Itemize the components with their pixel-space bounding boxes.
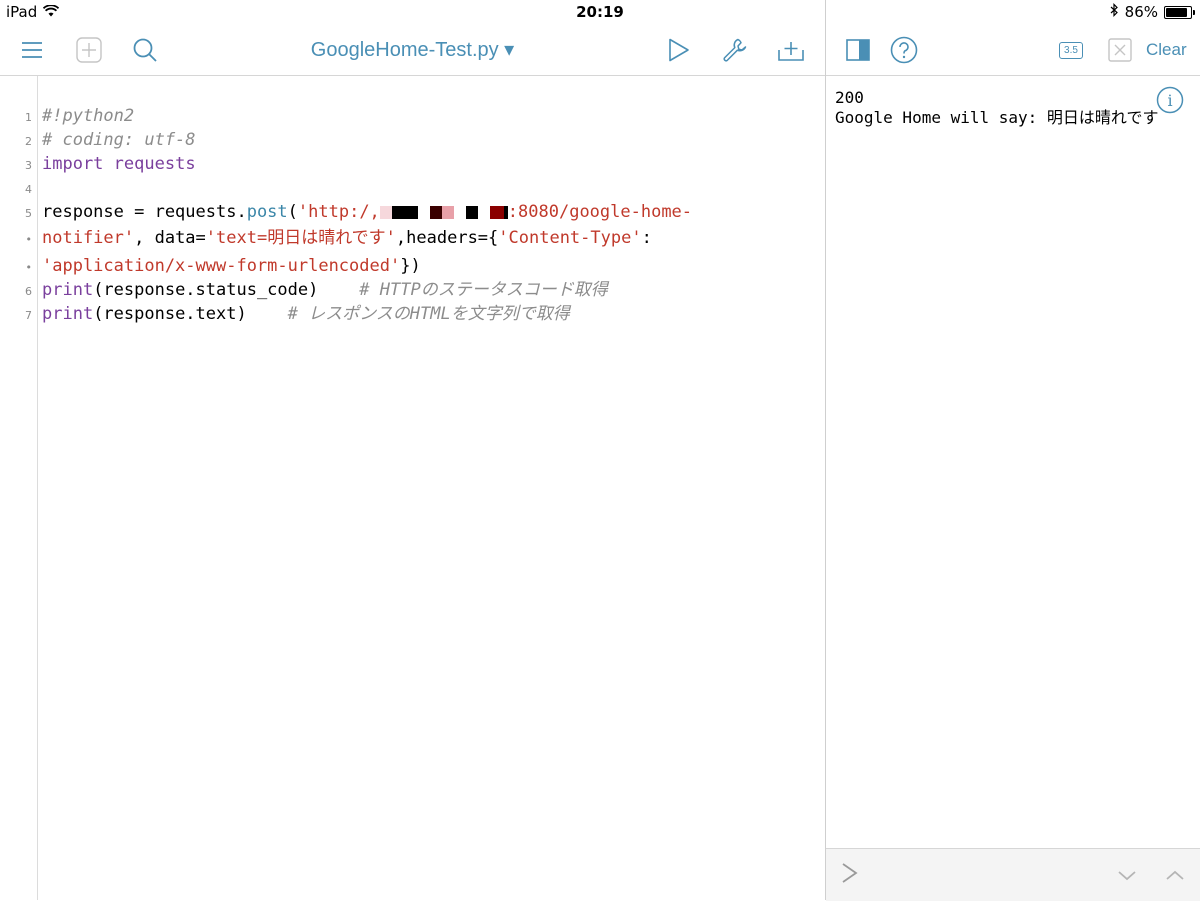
wrench-icon xyxy=(722,37,748,63)
python-version-badge: 3.5 xyxy=(1059,41,1083,59)
line-number: 7 xyxy=(25,309,32,322)
bluetooth-icon xyxy=(1110,3,1119,21)
code-line[interactable]: 6 print(response.status_code) # HTTPのステータ… xyxy=(0,278,825,302)
redacted-ip xyxy=(379,202,508,222)
code-editor[interactable]: 1 #!python2 2 # coding: utf-8 3 import reques… xyxy=(0,76,825,900)
code-token: ( xyxy=(287,202,298,222)
line-text: # coding: utf-8 xyxy=(42,128,196,152)
line-number: 3 xyxy=(25,159,32,172)
code-token: (response.text) xyxy=(93,304,288,324)
code-line[interactable]: 1 #!python2 xyxy=(0,104,825,128)
close-icon xyxy=(1108,38,1132,62)
status-bar: iPad 20:19 86% xyxy=(0,0,1200,24)
code-token: # coding: utf-8 xyxy=(42,130,196,150)
code-token: : xyxy=(641,228,652,248)
clear-button[interactable]: Clear xyxy=(1146,40,1187,60)
editor-toolbar: GoogleHome-Test.py ▾ xyxy=(0,24,825,76)
battery-icon xyxy=(1164,5,1195,19)
battery-percent: 86% xyxy=(1124,3,1158,21)
code-line[interactable]: • 'application/x-www-form-urlencoded'}) xyxy=(0,254,825,278)
help-icon xyxy=(890,36,918,64)
python-version-button[interactable]: 3.5 xyxy=(1055,32,1087,68)
code-token: #!python2 xyxy=(42,106,135,126)
device-name: iPad xyxy=(6,3,38,21)
console-input-bar[interactable] xyxy=(826,848,1200,901)
menu-icon xyxy=(21,41,43,59)
code-line[interactable]: • notifier', data='text=明日は晴れです',headers=… xyxy=(0,226,825,250)
code-token: # HTTPのステータスコード取得 xyxy=(359,280,608,300)
code-token: requests xyxy=(113,154,196,174)
play-icon xyxy=(668,38,690,62)
panel-toggle-button[interactable] xyxy=(840,32,876,68)
line-number: 4 xyxy=(25,183,32,196)
chevron-up-icon xyxy=(1164,870,1186,891)
editor-pane: GoogleHome-Test.py ▾ 1 #!python2 2 # coding… xyxy=(0,24,825,900)
code-line[interactable]: 4 xyxy=(0,176,825,200)
line-text: import requests xyxy=(42,152,196,176)
search-icon xyxy=(132,37,158,63)
code-token: post xyxy=(246,202,288,222)
status-right: 86% xyxy=(1110,3,1195,21)
code-token: 'Content-Type' xyxy=(498,228,642,248)
code-token: 'application/x-www-form-urlencoded' xyxy=(42,256,401,276)
search-button[interactable] xyxy=(127,32,163,68)
line-number: 5 xyxy=(25,207,32,220)
line-number: 6 xyxy=(25,285,32,298)
code-line[interactable]: 3 import requests xyxy=(0,152,825,176)
line-text: 'application/x-www-form-urlencoded'}) xyxy=(42,254,421,278)
share-icon xyxy=(777,38,805,62)
status-left: iPad xyxy=(6,3,60,21)
code-token: }) xyxy=(400,256,421,276)
code-token: :8080/google-home- xyxy=(507,202,693,222)
svg-text:i: i xyxy=(1167,91,1172,110)
battery-fill xyxy=(1166,7,1187,17)
code-token: , data= xyxy=(134,228,206,248)
line-text: print(response.text) # レスポンスのHTMLを文字列で取得 xyxy=(42,302,570,326)
info-button[interactable]: i xyxy=(1156,86,1184,114)
history-down-button[interactable] xyxy=(1116,863,1140,887)
code-token: response = requests. xyxy=(42,202,247,222)
code-line[interactable]: 7 print(response.text) # レスポンスのHTMLを文字列で取… xyxy=(0,302,825,326)
code-token: ,headers={ xyxy=(395,228,499,248)
code-token: print xyxy=(42,280,94,300)
line-number: • xyxy=(25,261,33,274)
line-number: 1 xyxy=(25,111,32,124)
chevron-right-icon xyxy=(840,861,860,889)
code-token: 'http:/, xyxy=(297,202,380,222)
code-line[interactable]: 2 # coding: utf-8 xyxy=(0,128,825,152)
code-token: import xyxy=(42,154,104,174)
code-token: notifier' xyxy=(42,228,135,248)
close-console-button[interactable] xyxy=(1102,32,1138,68)
console-toolbar: 3.5 Clear xyxy=(826,24,1200,76)
console-output: 200 Google Home will say: 明日は晴れです xyxy=(835,88,1159,127)
history-up-button[interactable] xyxy=(1164,863,1188,887)
chevron-down-icon xyxy=(1116,871,1138,891)
add-file-icon xyxy=(76,37,102,63)
code-token: 'text=明日は晴れです' xyxy=(205,228,396,248)
new-file-button[interactable] xyxy=(71,32,107,68)
help-button[interactable] xyxy=(886,32,922,68)
status-time: 20:19 xyxy=(576,3,624,21)
line-number: 2 xyxy=(25,135,32,148)
line-text: response = requests.post('http:/, :8080/g… xyxy=(42,200,692,224)
share-button[interactable] xyxy=(773,32,809,68)
code-token: (response.status_code) xyxy=(93,280,360,300)
panel-toggle-icon xyxy=(846,39,870,61)
menu-button[interactable] xyxy=(14,32,50,68)
code-line[interactable]: 5 response = requests.post('http:/, :8080/… xyxy=(0,200,825,224)
run-button[interactable] xyxy=(661,32,697,68)
line-text: print(response.status_code) # HTTPのステータス… xyxy=(42,278,608,302)
code-token: # レスポンスのHTMLを文字列で取得 xyxy=(287,304,570,324)
code-token: print xyxy=(42,304,94,324)
line-text: notifier', data='text=明日は晴れです',headers={… xyxy=(42,226,652,250)
console-pane: 3.5 Clear 200 Google Home will say: 明日は晴… xyxy=(826,24,1200,901)
line-number: • xyxy=(25,233,33,246)
line-text: #!python2 xyxy=(42,104,134,128)
wifi-icon xyxy=(43,3,60,21)
file-title-dropdown[interactable]: GoogleHome-Test.py ▾ xyxy=(311,39,514,61)
info-icon: i xyxy=(1156,86,1184,118)
file-title-wrap: GoogleHome-Test.py ▾ xyxy=(0,37,825,62)
tools-button[interactable] xyxy=(717,32,753,68)
